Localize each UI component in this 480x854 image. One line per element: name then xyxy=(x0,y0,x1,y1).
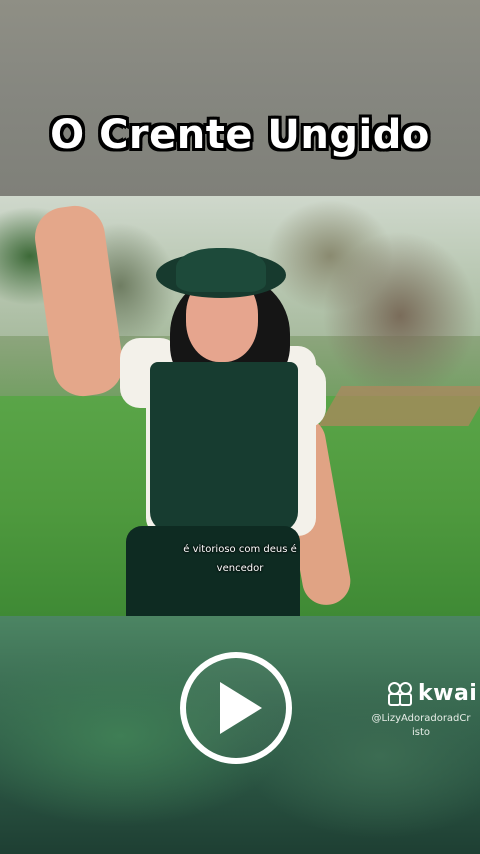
subtitle-line-2: vencedor xyxy=(216,563,264,574)
play-icon xyxy=(220,682,262,734)
kwai-icon xyxy=(388,681,414,706)
subtitle-line-1: é vitorioso com deus é xyxy=(183,544,297,555)
hat-crown xyxy=(176,248,266,292)
video-subtitle: é vitorioso com deus é vencedor xyxy=(150,540,330,578)
video-path xyxy=(318,386,480,426)
kwai-brand-text: kwai xyxy=(418,681,478,706)
creator-handle-line-1: @LizyAdoradoradCr xyxy=(371,713,471,724)
kwai-watermark: kwai xyxy=(388,681,477,706)
creator-handle: @LizyAdoradoradCr isto xyxy=(366,712,476,740)
creator-handle-line-2: isto xyxy=(411,727,431,738)
top-banner xyxy=(0,0,480,196)
vest xyxy=(150,362,298,532)
video-title: O Crente Ungido xyxy=(50,112,430,158)
play-button[interactable] xyxy=(180,652,292,764)
